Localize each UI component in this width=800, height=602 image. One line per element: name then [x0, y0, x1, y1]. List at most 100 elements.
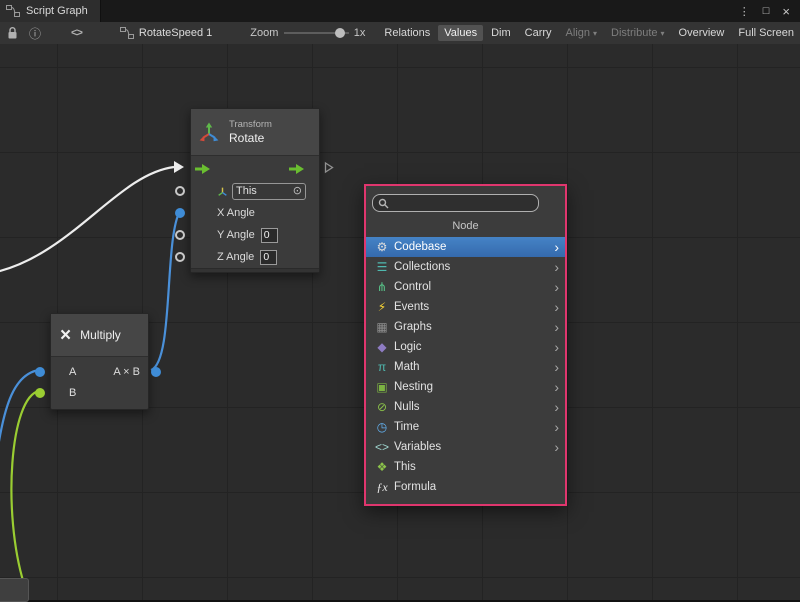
z-angle-row: Z Angle 0 [191, 246, 319, 268]
maximize-icon[interactable]: □ [763, 5, 770, 17]
control-output-marker-icon [324, 162, 334, 177]
finder-item-variables[interactable]: <> Variables › [366, 437, 565, 457]
finder-item-label: Logic [394, 341, 422, 353]
y-angle-port[interactable] [175, 230, 185, 240]
carry-button[interactable]: Carry [519, 25, 558, 41]
input-a-row: A A × B [51, 361, 148, 382]
zoom-slider-knob[interactable] [335, 28, 345, 38]
finder-search-input[interactable] [393, 195, 533, 211]
overview-button[interactable]: Overview [673, 25, 731, 41]
zoom-slider[interactable] [284, 27, 348, 39]
chevron-right-icon: › [554, 377, 559, 397]
transform-icon [199, 122, 219, 142]
y-angle-row: Y Angle 0 [191, 224, 319, 246]
finder-item-nesting[interactable]: ▣ Nesting › [366, 377, 565, 397]
this-icon: ❖ [374, 457, 390, 477]
x-angle-label: X Angle [217, 207, 255, 219]
distribute-dropdown[interactable]: Distribute▾ [605, 25, 670, 41]
multiply-icon: × [60, 326, 71, 345]
chevron-right-icon: › [554, 277, 559, 297]
this-object-label: This [236, 185, 257, 197]
align-dropdown[interactable]: Align▾ [560, 25, 603, 41]
finder-item-label: Math [394, 361, 420, 373]
finder-item-events[interactable]: ⚡ Events › [366, 297, 565, 317]
finder-item-formula[interactable]: ƒx Formula [366, 477, 565, 497]
dim-button[interactable]: Dim [485, 25, 517, 41]
graph-toolbar: ⓘ <> RotateSpeed 1 Zoom 1x Relations Val… [0, 22, 800, 45]
finder-item-label: Variables [394, 441, 441, 453]
finder-item-label: Events [394, 301, 429, 313]
finder-item-codebase[interactable]: ⚙ Codebase › [366, 237, 565, 257]
z-angle-input[interactable]: 0 [260, 250, 277, 265]
finder-item-graphs[interactable]: ▦ Graphs › [366, 317, 565, 337]
nesting-icon: ▣ [374, 377, 390, 397]
finder-item-label: Graphs [394, 321, 432, 333]
finder-item-label: Formula [394, 481, 436, 493]
control-output-arrow-icon[interactable] [289, 163, 305, 175]
fullscreen-button[interactable]: Full Screen [732, 25, 800, 41]
z-angle-port[interactable] [175, 252, 185, 262]
x-angle-port[interactable] [175, 208, 185, 218]
math-icon: π [374, 357, 390, 377]
finder-search-field[interactable] [372, 194, 539, 212]
relations-button[interactable]: Relations [378, 25, 436, 41]
wire-input-a [0, 370, 39, 454]
finder-header: Node [366, 219, 565, 233]
zoom-value: 1x [354, 27, 366, 39]
rotate-node[interactable]: Transform Rotate [190, 108, 320, 273]
chevron-right-icon: › [554, 237, 559, 257]
lock-icon[interactable] [7, 27, 18, 40]
finder-item-label: Nesting [394, 381, 433, 393]
menu-icon[interactable]: ⋮ [739, 5, 750, 18]
rotate-node-header[interactable]: Transform Rotate [191, 109, 319, 156]
node-footer [191, 268, 319, 272]
finder-item-this[interactable]: ❖ This [366, 457, 565, 477]
finder-item-collections[interactable]: ☰ Collections › [366, 257, 565, 277]
multiply-node-header[interactable]: × Multiply [51, 314, 148, 357]
finder-item-time[interactable]: ◷ Time › [366, 417, 565, 437]
input-a-port[interactable] [35, 367, 45, 377]
output-label: A × B [113, 366, 140, 378]
this-port[interactable] [175, 186, 185, 196]
this-object-field[interactable]: This ⊙ [232, 183, 306, 200]
input-b-label: B [69, 387, 76, 399]
window-controls: ⋮ □ × [739, 4, 800, 19]
chevron-right-icon: › [554, 437, 559, 457]
object-picker-icon[interactable]: ⊙ [293, 186, 302, 197]
info-icon[interactable]: ⓘ [29, 25, 41, 42]
partial-node[interactable] [0, 578, 29, 602]
chevron-right-icon: › [554, 417, 559, 437]
chevron-right-icon: › [554, 297, 559, 317]
tab-script-graph[interactable]: Script Graph [0, 0, 101, 22]
control-input-arrow-icon[interactable] [195, 163, 211, 175]
finder-item-label: Time [394, 421, 419, 433]
output-port[interactable] [151, 367, 161, 377]
finder-item-logic[interactable]: ◆ Logic › [366, 337, 565, 357]
values-button[interactable]: Values [438, 25, 483, 41]
close-icon[interactable]: × [782, 4, 790, 19]
chevron-right-icon: › [554, 337, 559, 357]
multiply-node[interactable]: × Multiply A A × B B [50, 313, 149, 410]
z-angle-label: Z Angle [217, 251, 254, 263]
finder-item-nulls[interactable]: ⊘ Nulls › [366, 397, 565, 417]
zoom-label: Zoom [250, 27, 278, 39]
finder-item-label: Collections [394, 261, 450, 273]
x-angle-row: X Angle [191, 202, 319, 224]
finder-item-label: Control [394, 281, 431, 293]
wire-arrowhead [174, 161, 184, 173]
finder-item-label: Codebase [394, 241, 446, 253]
graph-breadcrumb[interactable]: RotateSpeed 1 [120, 27, 212, 39]
finder-item-control[interactable]: ⋔ Control › [366, 277, 565, 297]
graph-canvas[interactable]: Transform Rotate [0, 44, 800, 600]
y-angle-input[interactable]: 0 [261, 228, 278, 243]
finder-list: ⚙ Codebase › ☰ Collections › ⋔ Control ›… [366, 237, 565, 497]
variables-icon: <> [374, 437, 390, 457]
code-view-icon[interactable]: <> [71, 27, 82, 39]
rotate-node-body: This ⊙ X Angle Y Angle 0 Z Angle 0 [191, 156, 319, 268]
input-b-port[interactable] [35, 388, 45, 398]
finder-item-math[interactable]: π Math › [366, 357, 565, 377]
finder-item-label: This [394, 461, 416, 473]
codebase-icon: ⚙ [374, 237, 390, 257]
control-row [191, 158, 319, 180]
collections-icon: ☰ [374, 257, 390, 277]
